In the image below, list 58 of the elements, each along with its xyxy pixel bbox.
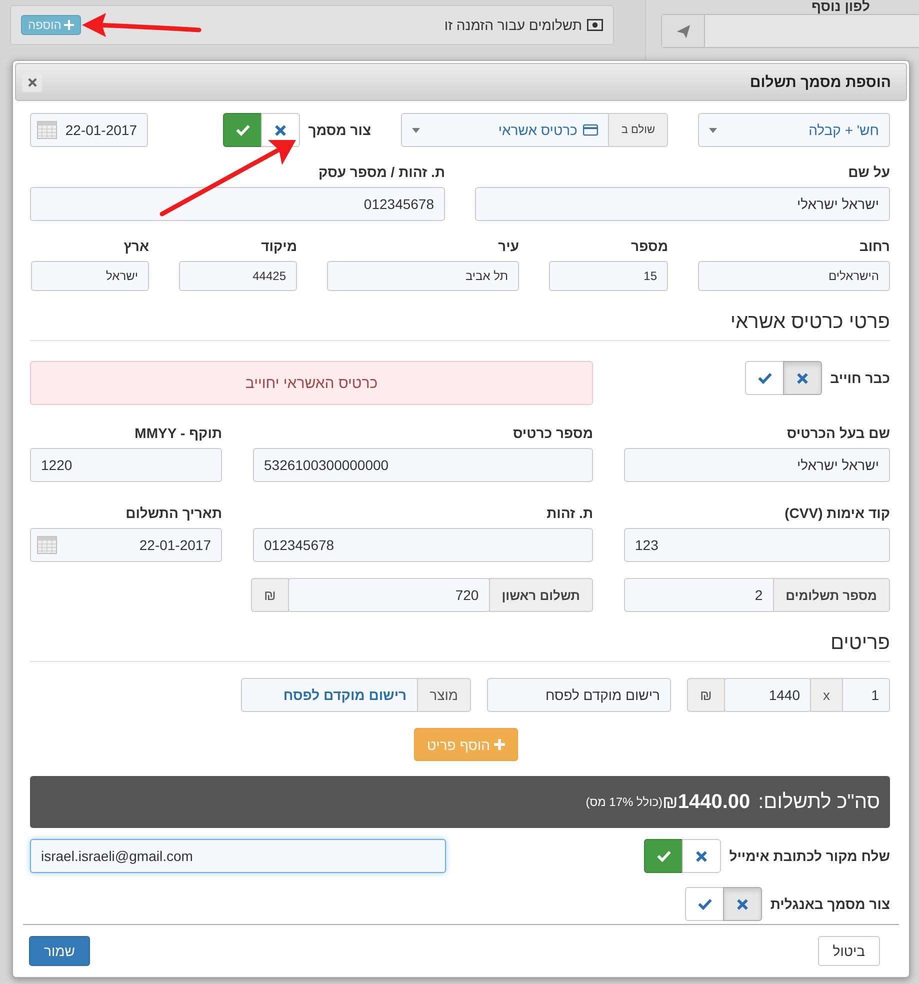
date-field[interactable]: 22-01-2017 xyxy=(30,528,222,562)
total-label: סה"כ לתשלום: xyxy=(758,790,880,814)
toggle-label: צור מסמך באנגלית xyxy=(770,896,890,912)
input-field[interactable]: תל אביב xyxy=(327,261,519,291)
cancel-button[interactable]: ביטול xyxy=(818,936,880,966)
input-field[interactable]: 1220 xyxy=(30,448,222,482)
input-field[interactable]: 44425 xyxy=(179,261,297,291)
currency-addon: ₪ xyxy=(687,678,725,712)
toggle-label: כבר חוייב xyxy=(830,370,890,386)
description-field[interactable]: רישום מוקדם לפסח xyxy=(487,678,671,712)
save-button[interactable]: שמור xyxy=(29,936,90,966)
input-field[interactable]: 720 xyxy=(288,578,490,612)
input-field[interactable]: 012345678 xyxy=(253,528,593,562)
input-addon: תשלום ראשון xyxy=(488,578,593,612)
input-addon: שולם ב xyxy=(608,113,668,147)
input-field[interactable]: 5326100300000000 xyxy=(253,448,593,482)
email-field[interactable]: israel.israeli@gmail.com xyxy=(30,839,446,873)
input-field[interactable]: 15 xyxy=(549,261,668,291)
field-label: תאריך התשלום xyxy=(124,505,222,521)
field-label: עיר xyxy=(497,238,519,254)
field-label: מספר xyxy=(630,238,668,254)
input-addon: מספר תשלומים xyxy=(772,578,890,612)
input-addon: x xyxy=(810,678,843,712)
currency-sign: ₪ xyxy=(662,792,678,812)
field-label: ת. זהות / מספר עסק xyxy=(317,164,445,180)
input-field[interactable]: הישראלים xyxy=(698,261,890,291)
payment-method-select[interactable]: כרטיס אשראי xyxy=(401,113,610,147)
input-field[interactable]: 123 xyxy=(624,528,890,562)
section-title: פרטי כרטיס אשראי xyxy=(30,311,890,341)
tax-note: (כולל 17% מס) xyxy=(586,795,663,809)
input-addon: מוצר xyxy=(416,678,471,712)
panel-title: תשלומים עבור הזמנה זו xyxy=(444,17,603,33)
date-field[interactable]: 22-01-2017 xyxy=(30,113,148,147)
field-label: תוקף - MMYY xyxy=(134,425,222,441)
field-label: ת. זהות xyxy=(546,505,593,521)
quantity-field[interactable]: 1 xyxy=(842,678,890,712)
total-amount: 1440.00 xyxy=(678,790,750,814)
alert-message: כרטיס האשראי יחוייב xyxy=(30,361,593,405)
field-label: שם בעל הכרטיס xyxy=(786,425,890,441)
product-field[interactable]: רישום מוקדם לפסח xyxy=(241,678,418,712)
field-label: על שם xyxy=(847,164,890,180)
currency-addon: ₪ xyxy=(251,578,289,612)
field-label: ארץ xyxy=(122,238,149,254)
field-label: קוד אימות (CVV) xyxy=(784,505,890,521)
input-field[interactable]: 2 xyxy=(624,578,774,612)
field-label: מספר כרטיס xyxy=(512,425,593,441)
input-field[interactable]: ישראל ישראלי xyxy=(475,187,890,221)
input-field[interactable]: ישראל xyxy=(31,261,149,291)
input-field[interactable]: ישראל ישראלי xyxy=(624,448,890,482)
document-type-select[interactable]: חש' + קבלה xyxy=(698,113,890,147)
price-field[interactable]: 1440 xyxy=(724,678,811,712)
input-field[interactable]: 012345678 xyxy=(30,187,445,221)
toggle-label: צור מסמך xyxy=(308,122,371,138)
field-label: מיקוד xyxy=(260,238,297,254)
modal-title: הוספת מסמך תשלום xyxy=(750,74,891,90)
section-title: פריטים xyxy=(30,632,890,662)
field-label: רחוב xyxy=(858,238,890,254)
toggle-label: שלח מקור לכתובת אימייל xyxy=(729,848,890,864)
